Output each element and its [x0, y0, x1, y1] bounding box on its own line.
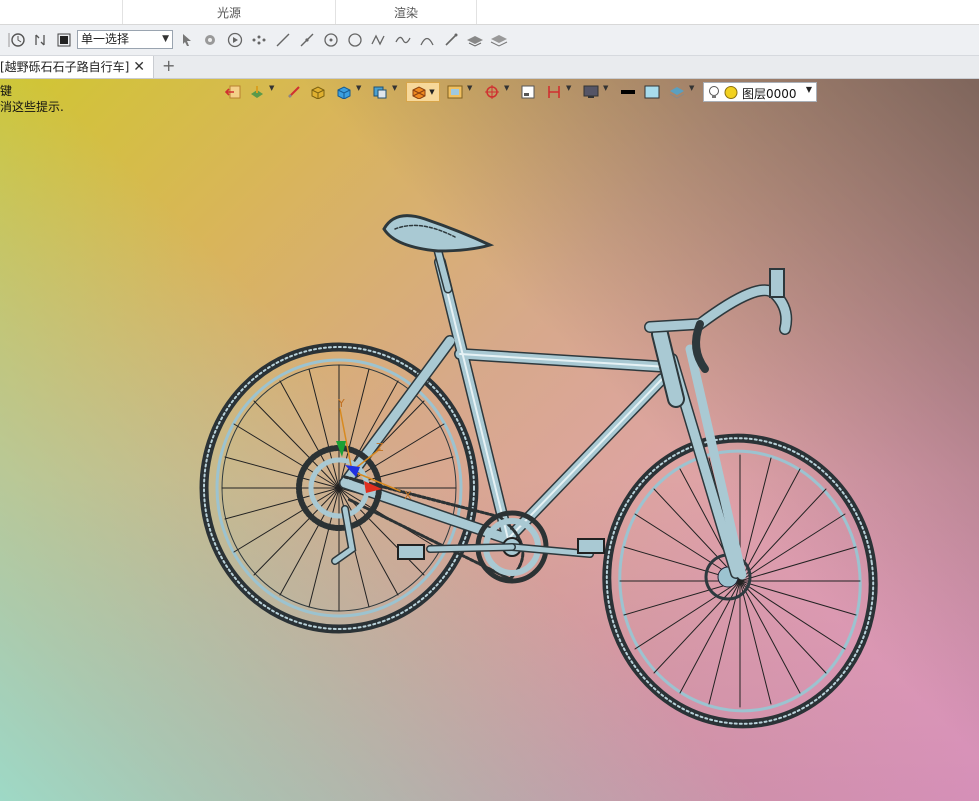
pen-icon[interactable] [442, 31, 460, 49]
layer-select[interactable]: 图层0000 ▼ [703, 82, 817, 102]
view-style-icon[interactable] [247, 83, 267, 101]
chevron-down-icon[interactable]: ▼ [269, 84, 274, 92]
curve-icon[interactable] [370, 31, 388, 49]
segment-icon[interactable] [298, 31, 316, 49]
3d-viewport[interactable]: 键 消这些提示. ▼ ▼ ▼ ▼ ▼ ▼ ▼ ▼ ▼ 图层0000 ▼ Y Z … [0, 79, 979, 801]
layer-a-icon[interactable] [466, 31, 484, 49]
layers-icon[interactable] [667, 83, 687, 101]
box-blue-icon[interactable] [334, 83, 354, 101]
point-cloud-icon[interactable] [250, 31, 268, 49]
play-icon[interactable] [226, 31, 244, 49]
lightbulb-icon[interactable] [708, 85, 720, 103]
monitor-icon[interactable] [581, 83, 601, 101]
layer-color-dot-icon[interactable] [724, 85, 739, 103]
chevron-down-icon[interactable]: ▼ [566, 84, 571, 92]
filter-icon[interactable] [31, 31, 49, 49]
rear-wheel [199, 342, 479, 634]
stop-icon[interactable] [55, 31, 73, 49]
front-wheel [602, 433, 878, 729]
tab-lighting-label: 光源 [216, 6, 241, 20]
document-tab-title: [越野砾石石子路自行车] [0, 60, 130, 74]
line-icon[interactable] [274, 31, 292, 49]
tab-lighting[interactable]: 光源 [122, 0, 335, 24]
chevron-down-icon[interactable]: ▼ [689, 84, 694, 92]
render-mode-icon[interactable]: ▼ [406, 82, 440, 102]
axis-y-label: Y [337, 397, 345, 410]
chevron-down-icon[interactable]: ▼ [603, 84, 608, 92]
section-icon[interactable] [544, 83, 564, 101]
document-tab-bar: [越野砾石石子路自行车] ✕ + [0, 56, 979, 79]
measure-icon[interactable] [284, 83, 304, 101]
chevron-down-icon[interactable]: ▼ [392, 84, 397, 92]
arc-icon[interactable] [418, 31, 436, 49]
ribbon-tab-bar: 光源 渲染 [0, 0, 979, 25]
chevron-down-icon[interactable]: ▼ [467, 84, 472, 92]
hint-text-line2: 消这些提示. [0, 100, 64, 114]
exit-view-icon[interactable] [223, 83, 243, 101]
tab-render-label: 渲染 [393, 6, 418, 20]
close-icon[interactable]: ✕ [133, 56, 145, 78]
circle-point-icon[interactable] [322, 31, 340, 49]
box-yellow-icon[interactable] [308, 83, 328, 101]
view-cube-icon[interactable] [370, 83, 390, 101]
chevron-down-icon[interactable]: ▼ [356, 84, 361, 92]
axis-z-label: Z [376, 441, 384, 454]
selection-mode-value: 单一选择 [81, 32, 130, 46]
add-tab-icon[interactable]: + [162, 56, 175, 76]
selection-mode-select[interactable]: 单一选择 ▼ [77, 30, 173, 49]
display-frame-icon[interactable] [445, 83, 465, 101]
history-icon[interactable] [9, 31, 27, 49]
chevron-down-icon: ▼ [805, 85, 812, 94]
fill-color-icon[interactable] [642, 83, 662, 101]
snap-target-icon[interactable] [482, 83, 502, 101]
layer-name: 图层0000 [742, 87, 797, 101]
chevron-down-icon: ▼ [162, 34, 169, 44]
hint-text-line1: 键 [0, 84, 13, 98]
select-gear-icon[interactable] [201, 31, 219, 49]
wave-icon[interactable] [394, 31, 412, 49]
document-tab[interactable]: [越野砾石石子路自行车] ✕ [0, 56, 154, 78]
main-toolbar: 单一选择 ▼ [0, 25, 979, 56]
tab-render[interactable]: 渲染 [335, 0, 477, 24]
line-color-icon[interactable] [618, 83, 638, 101]
bicycle-frame [296, 214, 793, 584]
axis-x-label: X [404, 489, 412, 502]
layer-b-icon[interactable] [490, 31, 508, 49]
bicycle-model[interactable]: Y Z X [0, 79, 979, 801]
chevron-down-icon[interactable]: ▼ [504, 84, 509, 92]
pointer-icon[interactable] [178, 31, 196, 49]
circle-icon[interactable] [346, 31, 364, 49]
sheet-icon[interactable] [518, 83, 538, 101]
